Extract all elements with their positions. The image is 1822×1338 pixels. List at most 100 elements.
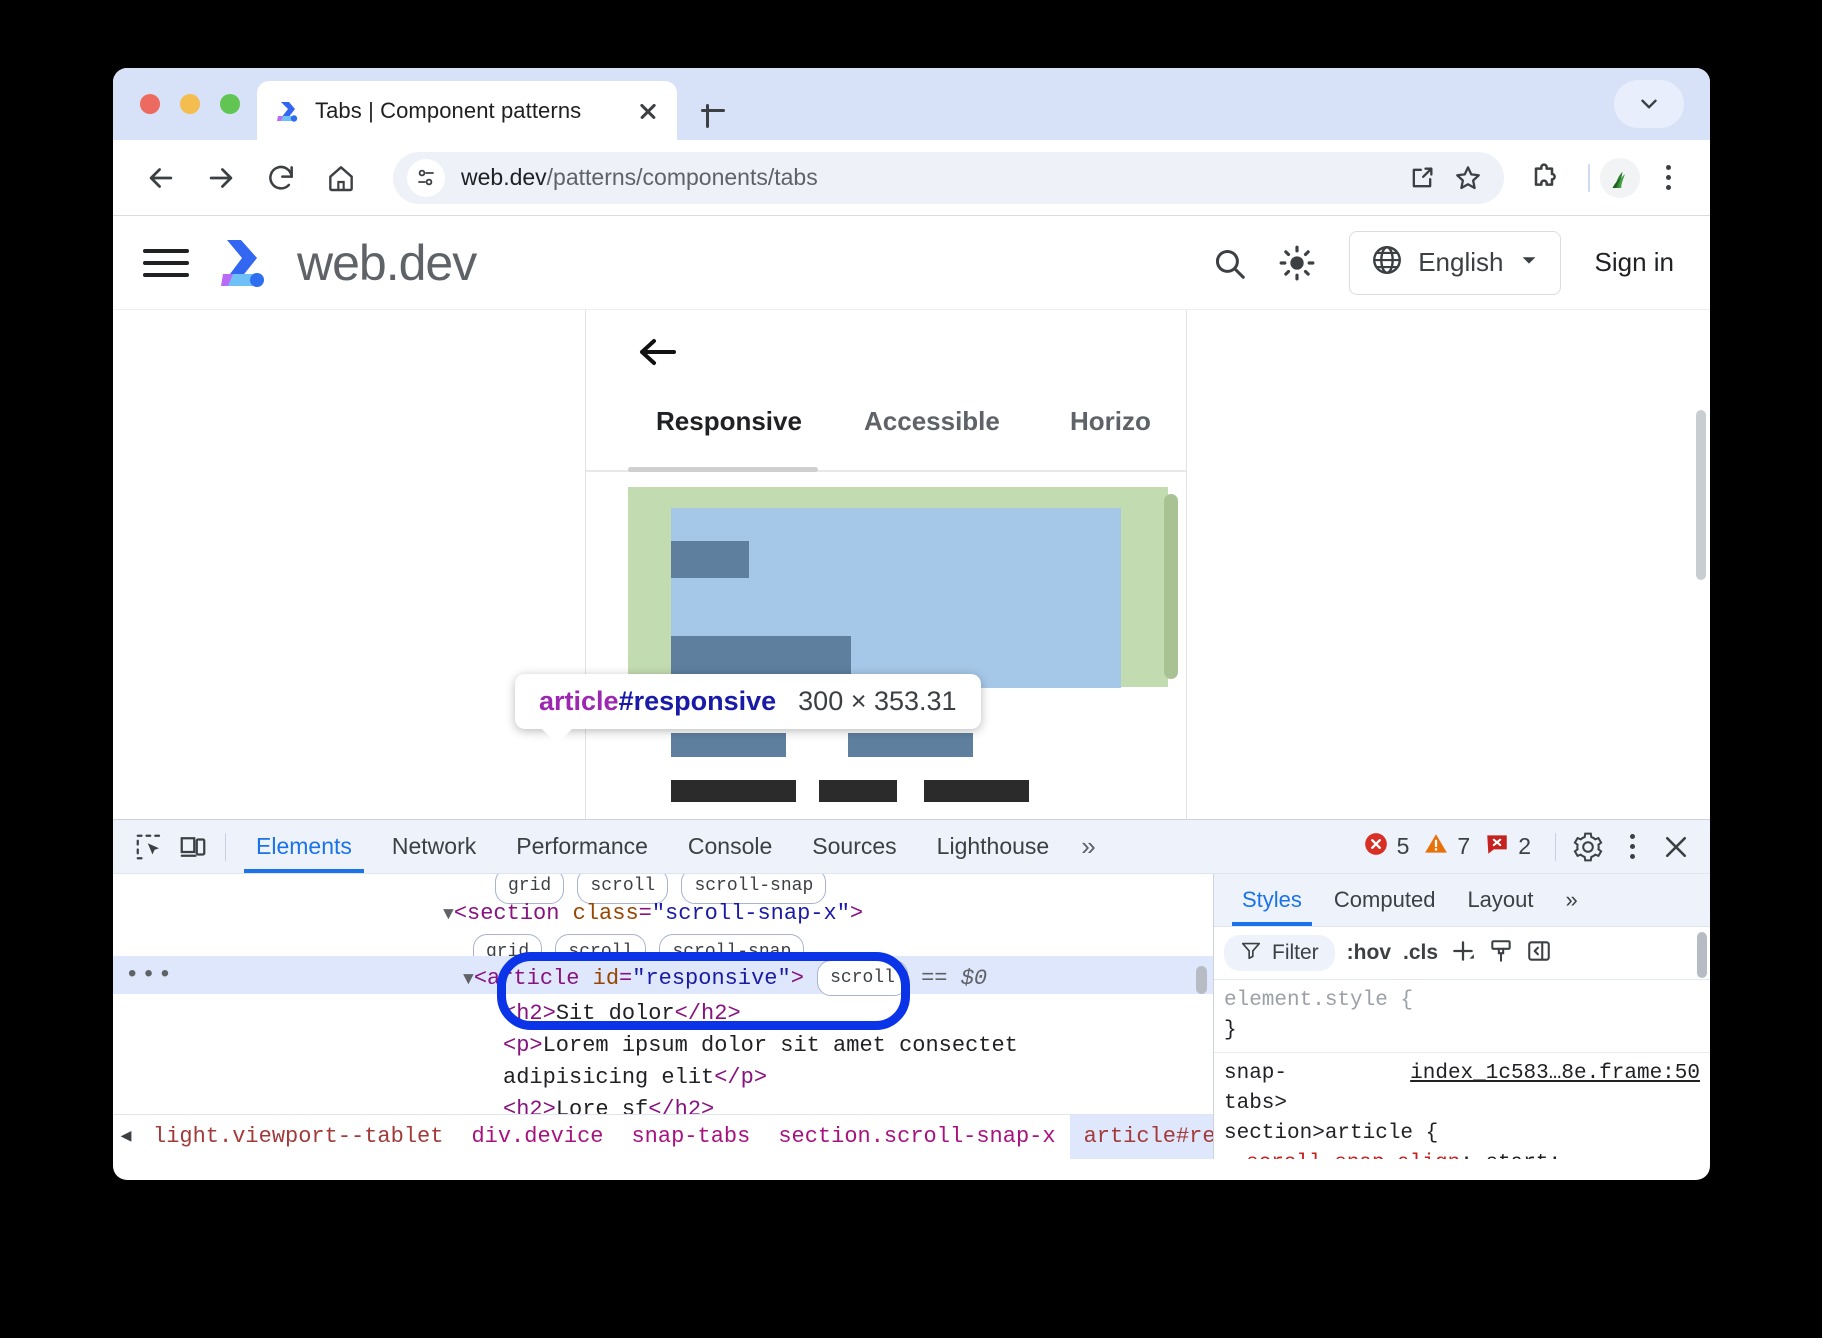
dom-tree-pane[interactable]: grid scroll scroll-snap ▼<section class=… <box>113 874 1213 1159</box>
dom-line-p-1[interactable]: <p>Lorem ipsum dolor sit amet consectet <box>503 1030 1018 1062</box>
demo-tab-accessible[interactable]: Accessible <box>864 406 1000 437</box>
styles-tab-styles[interactable]: Styles <box>1226 875 1318 926</box>
issue-count: 2 <box>1518 833 1531 860</box>
browser-tab[interactable]: Tabs | Component patterns <box>257 81 677 140</box>
inspector-tooltip-dimensions: 300 × 353.31 <box>798 686 956 717</box>
styles-filter-bar: Filter :hov .cls <box>1214 927 1710 980</box>
devtools-tab-network[interactable]: Network <box>372 820 496 873</box>
minimize-window-button[interactable] <box>180 94 200 114</box>
globe-icon <box>1370 243 1404 282</box>
devtools-toolbar-divider <box>225 833 226 861</box>
chevron-down-icon <box>1518 249 1540 276</box>
demo-tabs-indicator <box>628 467 818 472</box>
breadcrumb-item-section[interactable]: section.scroll-snap-x <box>764 1115 1069 1159</box>
demo-vertical-scrollbar[interactable] <box>1164 494 1178 679</box>
css-rule-element-style[interactable]: element.style { } <box>1214 980 1710 1053</box>
breadcrumb-item-device[interactable]: div.device <box>457 1115 617 1159</box>
page-viewport: web.dev Englis <box>113 215 1710 819</box>
star-icon[interactable] <box>1446 156 1490 200</box>
address-bar-url[interactable]: web.dev/patterns/components/tabs <box>461 164 1398 191</box>
dom-line-h2-1[interactable]: <h2>Sit dolor</h2> <box>503 998 741 1030</box>
css-rule-source-link[interactable]: index_1c583…8e.frame:50 <box>1410 1059 1700 1089</box>
breadcrumb-item-article[interactable]: article#responsive <box>1070 1115 1213 1159</box>
dom-line-section[interactable]: ▼<section class="scroll-snap-x"> <box>443 898 863 931</box>
css-prop-name: scroll-snap-align <box>1246 1152 1460 1159</box>
devtools-menu-button[interactable] <box>1610 827 1654 867</box>
inspector-tooltip: article#responsive 300 × 353.31 <box>515 674 981 729</box>
profile-avatar[interactable] <box>1600 158 1640 198</box>
webdev-logo[interactable] <box>211 232 273 294</box>
reload-button[interactable] <box>255 152 307 204</box>
devtools-tab-sources[interactable]: Sources <box>792 820 916 873</box>
new-tab-button[interactable] <box>695 92 731 128</box>
styles-filter-input[interactable]: Filter <box>1224 935 1335 971</box>
styles-hov-button[interactable]: :hov <box>1347 941 1391 965</box>
error-counter[interactable]: 5 <box>1363 831 1410 863</box>
devtools-more-tabs-button[interactable]: » <box>1069 831 1107 862</box>
webdev-favicon-icon <box>273 97 301 125</box>
device-toolbar-icon[interactable] <box>171 827 215 867</box>
css-declaration-scroll-snap-align[interactable]: scroll-snap-align: start; <box>1224 1149 1700 1159</box>
issue-icon <box>1484 831 1510 863</box>
toolbar-right-actions <box>1518 152 1688 204</box>
styles-more-tabs-button[interactable]: » <box>1550 875 1594 926</box>
warning-counter[interactable]: 7 <box>1423 831 1470 863</box>
devtools-tab-lighthouse[interactable]: Lighthouse <box>917 820 1070 873</box>
dom-line-p-1-cont[interactable]: adipisicing elit</p> <box>503 1062 767 1094</box>
window-controls[interactable] <box>140 94 240 114</box>
paintbrush-icon[interactable] <box>1488 938 1514 969</box>
demo-back-arrow-icon[interactable] <box>634 332 682 372</box>
dom-badge-scroll-article[interactable]: scroll <box>817 960 908 996</box>
styles-tab-computed[interactable]: Computed <box>1318 875 1452 926</box>
devtools-tab-performance[interactable]: Performance <box>496 820 668 873</box>
dom-tree-scrollbar[interactable] <box>1196 966 1207 994</box>
address-bar[interactable]: web.dev/patterns/components/tabs <box>393 152 1504 204</box>
dom-twisty-article[interactable]: ▼ <box>463 970 474 990</box>
demo-tab-horizontal[interactable]: Horizo <box>1070 406 1151 437</box>
inspect-element-icon[interactable] <box>127 827 171 867</box>
close-tab-button[interactable] <box>635 98 661 124</box>
close-window-button[interactable] <box>140 94 160 114</box>
devtools-toolbar-divider-2 <box>1555 833 1556 861</box>
sun-icon[interactable] <box>1271 237 1323 289</box>
styles-pane-scrollbar[interactable] <box>1697 932 1707 978</box>
devtools-body: grid scroll scroll-snap ▼<section class=… <box>113 874 1710 1159</box>
plus-icon[interactable] <box>1450 938 1476 969</box>
devtools-tab-console[interactable]: Console <box>668 820 792 873</box>
tab-search-chevron-down-icon[interactable] <box>1614 80 1684 128</box>
issue-counter[interactable]: 2 <box>1484 831 1531 863</box>
page-vertical-scrollbar[interactable] <box>1696 410 1706 580</box>
dom-line-article-selected[interactable]: ▼<article id="responsive"> scroll == $0 <box>463 960 987 996</box>
back-button[interactable] <box>135 152 187 204</box>
dom-force-state-ellipsis[interactable]: ••• <box>125 960 174 992</box>
css-rule-snap-tabs[interactable]: index_1c583…8e.frame:50 snap- tabs> sect… <box>1214 1053 1710 1159</box>
browser-tab-title: Tabs | Component patterns <box>315 98 627 124</box>
sign-in-link[interactable]: Sign in <box>1595 247 1675 278</box>
home-button[interactable] <box>315 152 367 204</box>
language-label: English <box>1418 247 1503 278</box>
css-selector-element-style: element.style { <box>1224 986 1700 1016</box>
demo-tab-responsive[interactable]: Responsive <box>656 406 802 437</box>
breadcrumb-scroll-left[interactable]: ◀ <box>113 1115 139 1159</box>
demo-paragraph-block-3 <box>848 733 973 757</box>
breadcrumb-item-viewport[interactable]: light.viewport--tablet <box>139 1115 457 1159</box>
styles-tab-layout[interactable]: Layout <box>1451 875 1549 926</box>
breadcrumb-item-snap-tabs[interactable]: snap-tabs <box>617 1115 764 1159</box>
page-info-icon[interactable] <box>407 159 445 197</box>
puzzle-piece-icon[interactable] <box>1518 152 1570 204</box>
gear-icon[interactable] <box>1566 827 1610 867</box>
dom-twisty-section[interactable]: ▼ <box>443 905 454 925</box>
language-picker[interactable]: English <box>1349 231 1560 295</box>
browser-menu-button[interactable] <box>1648 156 1688 200</box>
devtools-tab-elements[interactable]: Elements <box>236 820 372 873</box>
toggle-sidebar-icon[interactable] <box>1526 938 1552 969</box>
open-in-new-icon[interactable] <box>1400 156 1444 200</box>
hamburger-icon[interactable] <box>143 240 189 286</box>
close-devtools-icon[interactable] <box>1654 827 1698 867</box>
browser-tabstrip: Tabs | Component patterns <box>113 68 1710 140</box>
search-icon[interactable] <box>1203 237 1255 289</box>
maximize-window-button[interactable] <box>220 94 240 114</box>
styles-cls-button[interactable]: .cls <box>1403 941 1438 965</box>
forward-button[interactable] <box>195 152 247 204</box>
site-wordmark: web.dev <box>297 234 476 292</box>
